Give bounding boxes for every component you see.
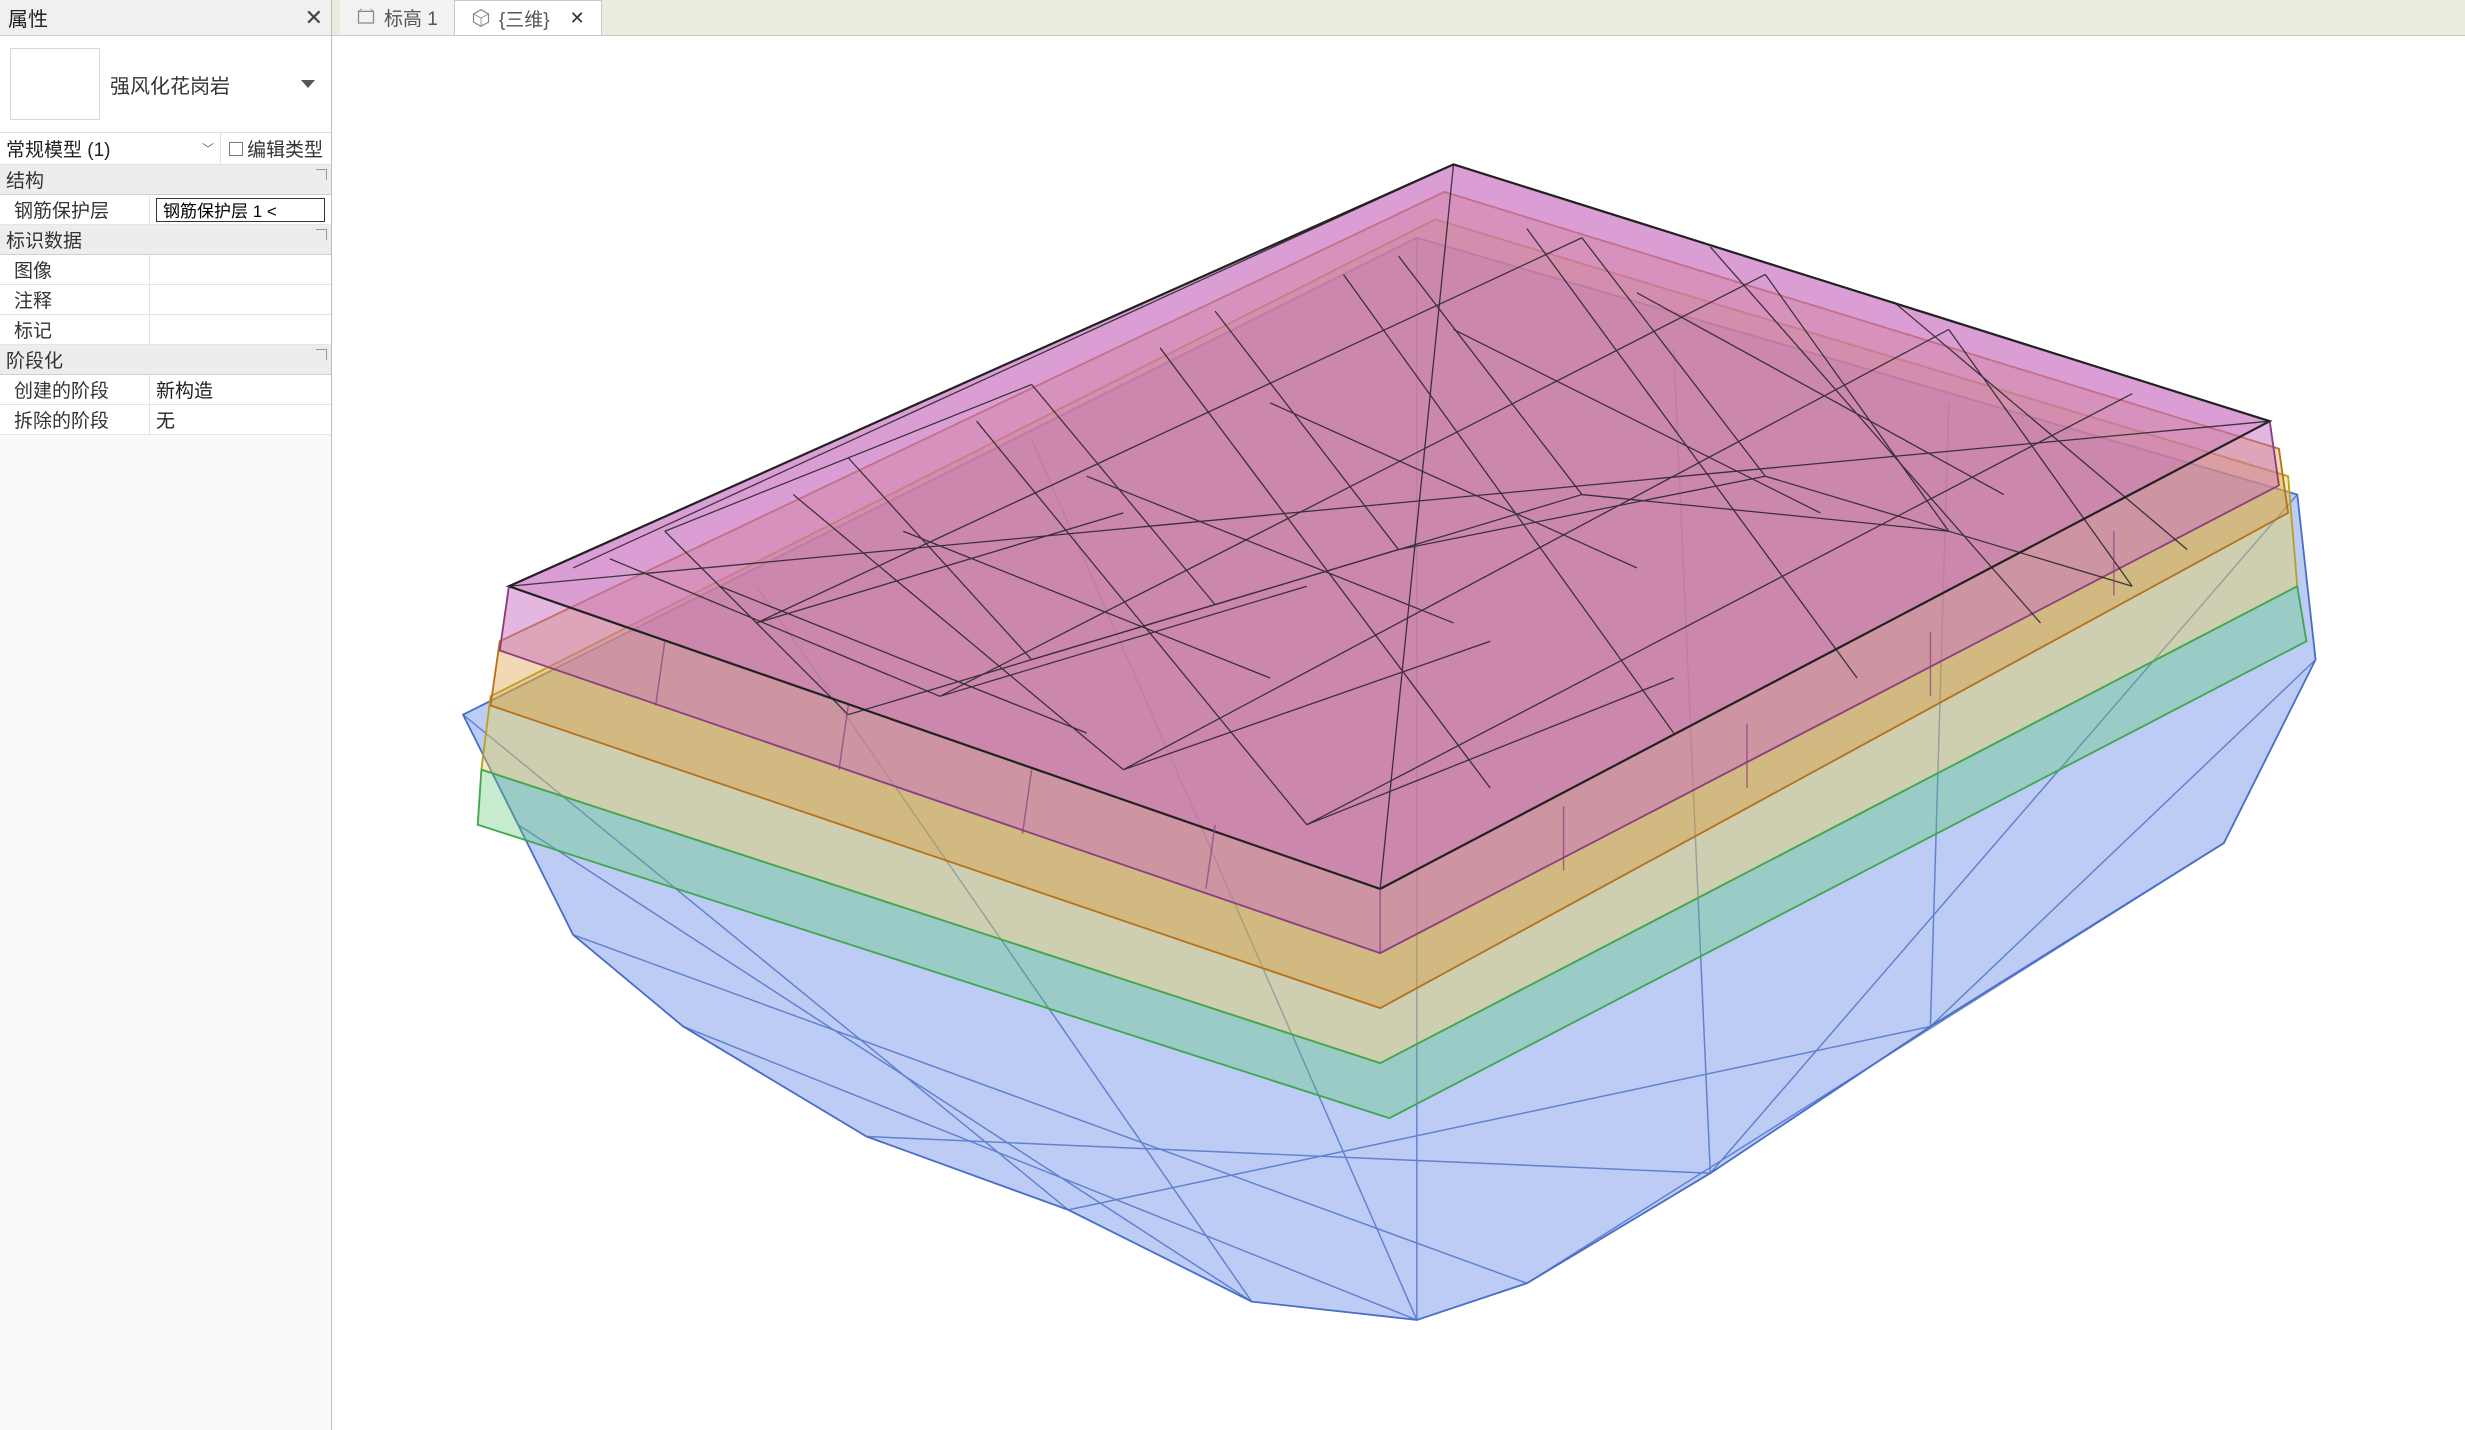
properties-title: 属性 <box>8 3 48 32</box>
property-row: 创建的阶段 新构造 <box>0 375 331 405</box>
view-tabstrip: 标高 1 {三维} ✕ <box>0 0 2465 36</box>
edit-type-button[interactable]: 编辑类型 <box>221 133 331 164</box>
chevron-down-icon <box>301 80 315 88</box>
group-header-phasing[interactable]: 阶段化 <box>0 345 331 375</box>
property-key: 拆除的阶段 <box>0 405 150 434</box>
tab-close-button[interactable]: ✕ <box>570 8 585 29</box>
group-label: 标识数据 <box>6 226 82 253</box>
property-key: 图像 <box>0 255 150 284</box>
property-row: 图像 <box>0 255 331 285</box>
edit-type-label: 编辑类型 <box>247 135 323 162</box>
property-value[interactable] <box>150 315 331 344</box>
type-thumbnail <box>10 48 100 120</box>
group-label: 阶段化 <box>6 346 63 373</box>
property-value[interactable]: 新构造 <box>150 375 331 404</box>
category-row: 常规模型 (1) ﹀ 编辑类型 <box>0 133 331 165</box>
edit-type-icon <box>229 142 243 156</box>
group-header-identification[interactable]: 标识数据 <box>0 225 331 255</box>
tab-label: {三维} <box>499 5 550 32</box>
property-row: 钢筋保护层 <box>0 195 331 225</box>
properties-close-button[interactable]: ✕ <box>305 5 323 31</box>
category-selector[interactable]: 常规模型 (1) ﹀ <box>0 133 221 164</box>
tab-label: 标高 1 <box>384 4 438 31</box>
model-render <box>332 36 2465 1430</box>
chevron-down-icon: ﹀ <box>202 140 214 157</box>
properties-panel: 属性 ✕ 强风化花岗岩 常规模型 (1) ﹀ 编辑类型 结构 钢筋保护层 <box>0 0 332 1430</box>
property-value[interactable] <box>150 285 331 314</box>
property-row: 拆除的阶段 无 <box>0 405 331 435</box>
viewport-3d[interactable] <box>332 36 2465 1430</box>
tab-3d-view[interactable]: {三维} ✕ <box>455 0 602 35</box>
property-key: 钢筋保护层 <box>0 195 150 224</box>
app-root: 属性 ✕ 强风化花岗岩 常规模型 (1) ﹀ 编辑类型 结构 钢筋保护层 <box>0 0 2465 1430</box>
category-label: 常规模型 (1) <box>6 135 111 162</box>
group-header-structure[interactable]: 结构 <box>0 165 331 195</box>
property-row: 标记 <box>0 315 331 345</box>
property-row: 注释 <box>0 285 331 315</box>
property-value[interactable] <box>150 255 331 284</box>
tab-plan-view[interactable]: 标高 1 <box>340 0 455 35</box>
plan-icon <box>356 8 376 28</box>
type-name: 强风化花岗岩 <box>110 70 291 99</box>
properties-header: 属性 ✕ <box>0 0 331 36</box>
property-value[interactable]: 无 <box>150 405 331 434</box>
cube-icon <box>471 8 491 28</box>
property-key: 创建的阶段 <box>0 375 150 404</box>
property-key: 标记 <box>0 315 150 344</box>
property-key: 注释 <box>0 285 150 314</box>
type-selector[interactable]: 强风化花岗岩 <box>0 36 331 133</box>
property-value-input[interactable] <box>156 198 325 222</box>
group-label: 结构 <box>6 166 44 193</box>
